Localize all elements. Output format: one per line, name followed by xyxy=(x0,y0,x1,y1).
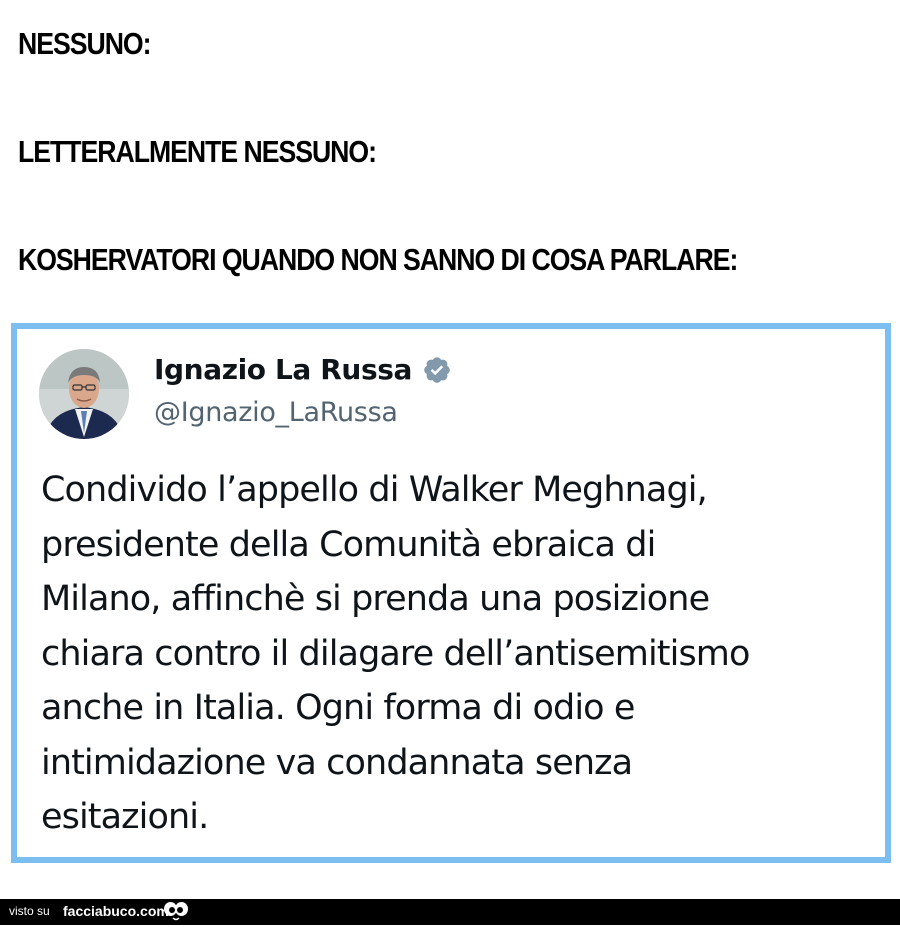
tweet-text: Condivido l’appello di Walker Meghnagi, … xyxy=(41,470,750,837)
verified-badge-icon xyxy=(422,355,452,385)
display-name: Ignazio La Russa xyxy=(154,353,412,386)
watermark-footer: visto su facciabuco.com xyxy=(0,899,900,925)
meme-line-nessuno: NESSUNO: xyxy=(18,26,151,61)
tweet-handle: @Ignazio_LaRussa xyxy=(154,397,398,428)
meme-line-koshervatori: KOSHERVATORI QUANDO NON SANNO DI COSA PA… xyxy=(18,242,738,277)
footer-site-name: facciabuco.com xyxy=(63,903,169,919)
tweet-screenshot: Ignazio La Russa @Ignazio_LaRussa Condiv… xyxy=(11,323,891,863)
tweet-author-row: Ignazio La Russa xyxy=(154,353,452,386)
footer-prefix: visto su xyxy=(9,904,50,918)
avatar xyxy=(39,349,129,439)
meme-line-letteralmente-nessuno: LETTERALMENTE NESSUNO: xyxy=(18,134,377,169)
profile-photo-icon xyxy=(39,349,129,439)
eyes-logo-icon xyxy=(163,900,189,927)
